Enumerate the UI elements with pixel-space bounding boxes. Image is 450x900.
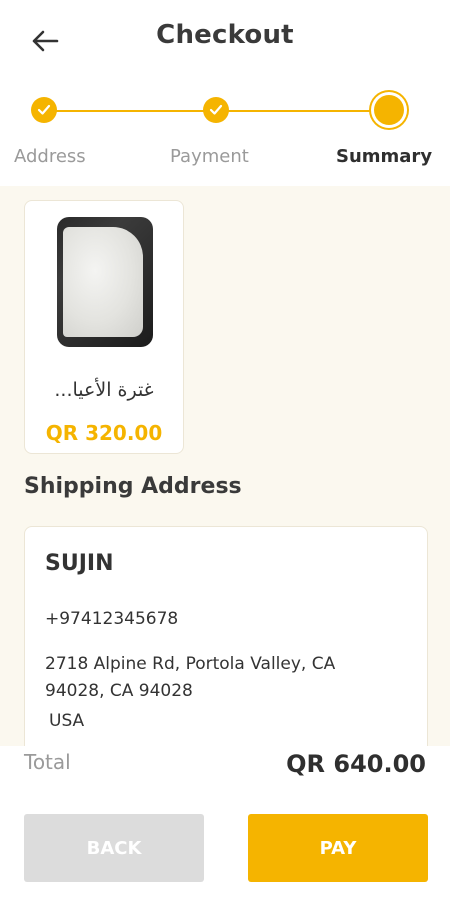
product-name: غترة الأعيا... [54, 379, 154, 401]
product-image [57, 217, 153, 347]
address-name: SUJIN [45, 551, 114, 576]
step-connector [216, 110, 388, 112]
page-title: Checkout [156, 20, 294, 50]
back-button[interactable]: BACK [24, 814, 204, 882]
address-card[interactable]: SUJIN +97412345678 2718 Alpine Rd, Porto… [24, 526, 428, 746]
app-header: Checkout [0, 0, 450, 80]
product-price: QR 320.00 [45, 421, 163, 445]
address-phone: +97412345678 [45, 609, 179, 629]
address-country: USA [49, 711, 85, 731]
address-line: 2718 Alpine Rd, Portola Valley, CA 94028… [45, 654, 336, 701]
total-value: QR 640.00 [286, 750, 426, 778]
pay-button[interactable]: PAY [248, 814, 428, 882]
step-label-address[interactable]: Address [14, 146, 86, 167]
shipping-address-title: Shipping Address [24, 474, 242, 499]
fabric-shape [63, 227, 143, 337]
step-summary-current-dot[interactable] [374, 95, 404, 125]
product-card[interactable]: غترة الأعيا... QR 320.00 [24, 200, 184, 454]
step-payment-check-icon[interactable] [203, 97, 229, 123]
checkout-footer: Total QR 640.00 BACK PAY [0, 746, 450, 900]
step-label-summary[interactable]: Summary [336, 146, 432, 167]
checkout-stepper: Address Payment Summary [0, 88, 450, 188]
summary-content: غترة الأعيا... QR 320.00 Shipping Addres… [0, 186, 450, 746]
total-label: Total [24, 750, 71, 774]
step-address-check-icon[interactable] [31, 97, 57, 123]
step-connector [44, 110, 216, 112]
step-label-payment[interactable]: Payment [170, 146, 249, 167]
